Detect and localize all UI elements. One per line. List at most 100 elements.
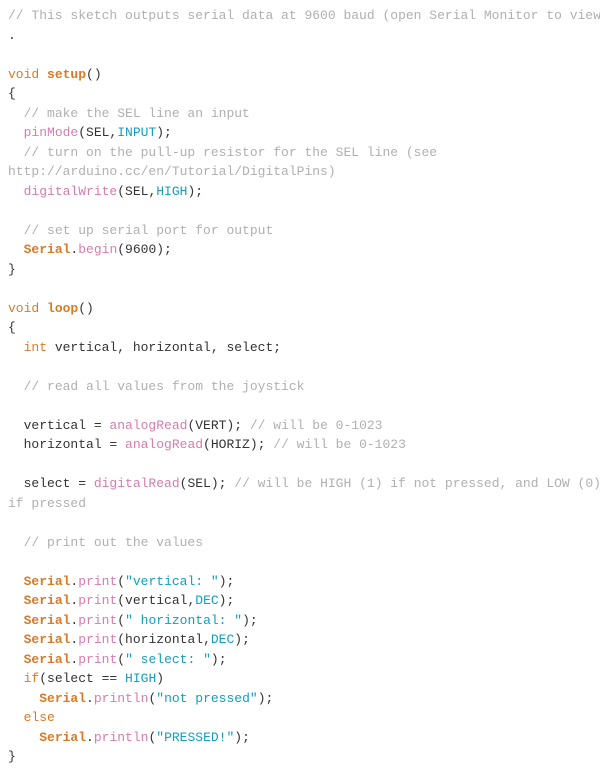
token: (VERT); bbox=[187, 418, 249, 433]
token bbox=[8, 730, 39, 745]
code-line: Serial.print("vertical: "); bbox=[8, 572, 592, 592]
token: . bbox=[70, 613, 78, 628]
token: digitalWrite bbox=[24, 184, 118, 199]
code-line: } bbox=[8, 747, 592, 767]
token bbox=[8, 593, 24, 608]
token: // This sketch outputs serial data at 96… bbox=[8, 8, 600, 23]
token: { bbox=[8, 320, 16, 335]
token: "not pressed" bbox=[156, 691, 257, 706]
token bbox=[8, 457, 16, 472]
code-line: { bbox=[8, 84, 592, 104]
token: // read all values from the joystick bbox=[24, 379, 305, 394]
code-line: // print out the values bbox=[8, 533, 592, 553]
code-line: if(select == HIGH) bbox=[8, 669, 592, 689]
token: . bbox=[70, 652, 78, 667]
token: ( bbox=[148, 691, 156, 706]
token: Serial bbox=[39, 730, 86, 745]
code-line: // turn on the pull-up resistor for the … bbox=[8, 143, 592, 163]
token: ); bbox=[219, 574, 235, 589]
token: () bbox=[78, 301, 94, 316]
token: . bbox=[86, 730, 94, 745]
token bbox=[8, 632, 24, 647]
code-line bbox=[8, 279, 592, 299]
token bbox=[39, 301, 47, 316]
token: . bbox=[70, 632, 78, 647]
token bbox=[8, 554, 16, 569]
token: else bbox=[24, 710, 55, 725]
token: ); bbox=[242, 613, 258, 628]
code-line: // set up serial port for output bbox=[8, 221, 592, 241]
token: Serial bbox=[24, 613, 71, 628]
token bbox=[8, 359, 16, 374]
code-line: // This sketch outputs serial data at 96… bbox=[8, 6, 592, 26]
token: ); bbox=[234, 730, 250, 745]
token: // turn on the pull-up resistor for the … bbox=[24, 145, 437, 160]
token: http://arduino.cc/en/Tutorial/DigitalPin… bbox=[8, 164, 336, 179]
token bbox=[8, 671, 24, 686]
token: ) bbox=[156, 671, 164, 686]
token: select = bbox=[8, 476, 94, 491]
token: setup bbox=[47, 67, 86, 82]
token: // print out the values bbox=[24, 535, 203, 550]
token: begin bbox=[78, 242, 117, 257]
code-line: Serial.begin(9600); bbox=[8, 240, 592, 260]
code-line: Serial.print(" select: "); bbox=[8, 650, 592, 670]
code-line: digitalWrite(SEL,HIGH); bbox=[8, 182, 592, 202]
code-line bbox=[8, 357, 592, 377]
token: int bbox=[24, 340, 47, 355]
token bbox=[8, 242, 24, 257]
token: ( bbox=[117, 574, 125, 589]
token: . bbox=[70, 593, 78, 608]
token bbox=[8, 613, 24, 628]
token bbox=[8, 203, 16, 218]
code-line: horizontal = analogRead(HORIZ); // will … bbox=[8, 435, 592, 455]
code-line bbox=[8, 513, 592, 533]
token: Serial bbox=[24, 632, 71, 647]
token: analogRead bbox=[125, 437, 203, 452]
token: } bbox=[8, 262, 16, 277]
code-line: // read all values from the joystick bbox=[8, 377, 592, 397]
token: Serial bbox=[24, 242, 71, 257]
token: . bbox=[70, 574, 78, 589]
token: ); bbox=[187, 184, 203, 199]
token: print bbox=[78, 632, 117, 647]
token: if pressed bbox=[8, 496, 86, 511]
token: loop bbox=[47, 301, 78, 316]
token: () bbox=[86, 67, 102, 82]
token: Serial bbox=[39, 691, 86, 706]
token bbox=[8, 379, 24, 394]
token: ); bbox=[234, 632, 250, 647]
code-line: else bbox=[8, 708, 592, 728]
token bbox=[39, 67, 47, 82]
token: if bbox=[24, 671, 40, 686]
token: analogRead bbox=[109, 418, 187, 433]
code-line: Serial.println("not pressed"); bbox=[8, 689, 592, 709]
token: digitalRead bbox=[94, 476, 180, 491]
token: (vertical, bbox=[117, 593, 195, 608]
token bbox=[8, 691, 39, 706]
code-line bbox=[8, 45, 592, 65]
code-line bbox=[8, 552, 592, 572]
token: // make the SEL line an input bbox=[24, 106, 250, 121]
token: horizontal = bbox=[8, 437, 125, 452]
token: HIGH bbox=[125, 671, 156, 686]
token: println bbox=[94, 691, 149, 706]
token: ); bbox=[219, 593, 235, 608]
token: (9600); bbox=[117, 242, 172, 257]
token bbox=[8, 106, 24, 121]
token: Serial bbox=[24, 574, 71, 589]
code-line: Serial.print(" horizontal: "); bbox=[8, 611, 592, 631]
token: ); bbox=[211, 652, 227, 667]
token: INPUT bbox=[117, 125, 156, 140]
token bbox=[8, 710, 24, 725]
token bbox=[8, 535, 24, 550]
token: void bbox=[8, 301, 39, 316]
token: println bbox=[94, 730, 149, 745]
token bbox=[8, 574, 24, 589]
token: (SEL, bbox=[117, 184, 156, 199]
token: ( bbox=[117, 613, 125, 628]
token: vertical = bbox=[8, 418, 109, 433]
token: "PRESSED!" bbox=[156, 730, 234, 745]
token: ( bbox=[148, 730, 156, 745]
token bbox=[8, 281, 16, 296]
